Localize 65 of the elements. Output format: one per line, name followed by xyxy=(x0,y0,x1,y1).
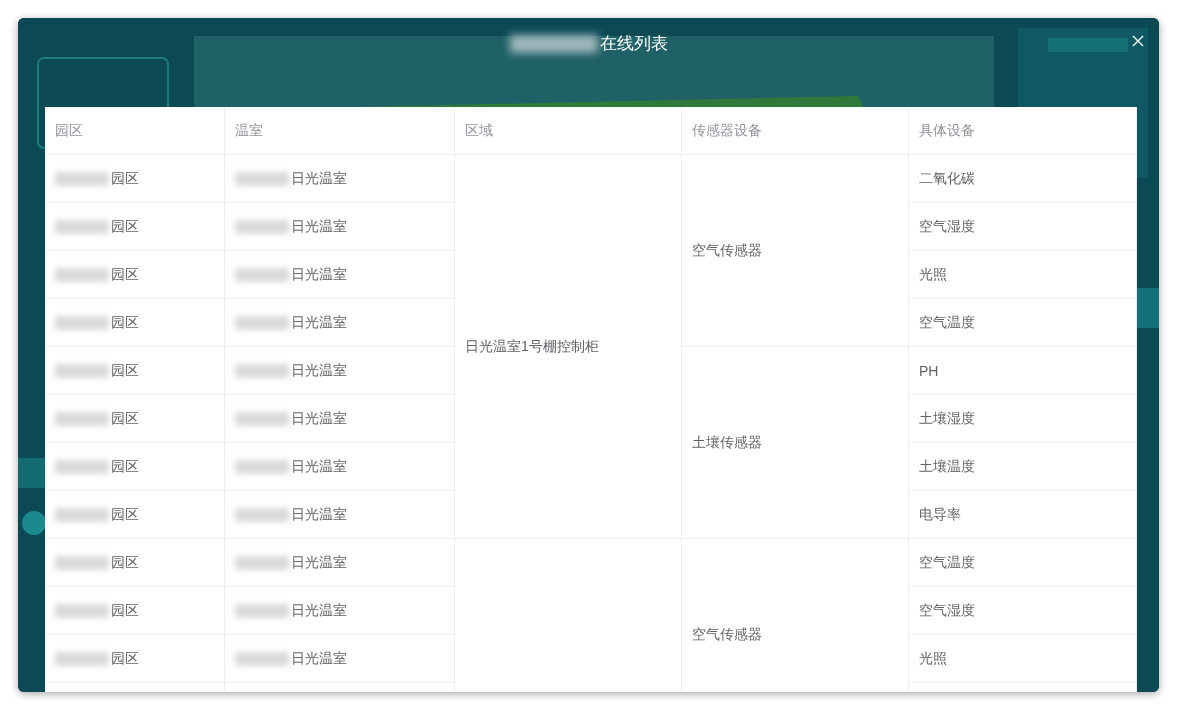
table-cell: 空气传感器 xyxy=(682,539,909,692)
park-name: 园区 xyxy=(111,169,139,188)
redaction-blur xyxy=(235,555,289,570)
greenhouse-name: 日光温室 xyxy=(291,457,347,476)
redaction-blur xyxy=(235,603,289,618)
greenhouse-name: 日光温室 xyxy=(291,265,347,284)
redaction-blur xyxy=(55,171,109,186)
redaction-blur xyxy=(55,411,109,426)
column-header: 传感器设备 xyxy=(682,107,909,155)
greenhouse-name: 日光温室 xyxy=(291,505,347,524)
column-header: 区域 xyxy=(455,107,682,155)
redaction-blur xyxy=(55,315,109,330)
table-cell: 空气湿度 xyxy=(909,203,1137,251)
table-cell: PH xyxy=(909,347,1137,395)
redaction-blur xyxy=(235,315,289,330)
table-cell: 光照 xyxy=(909,251,1137,299)
redaction-blur xyxy=(55,603,109,618)
table-cell: 电导率 xyxy=(909,491,1137,539)
redaction-blur xyxy=(55,267,109,282)
greenhouse-name: 日光温室 xyxy=(291,601,347,620)
greenhouse-name: 日光温室 xyxy=(291,409,347,428)
redaction-blur xyxy=(55,507,109,522)
column-header: 温室 xyxy=(225,107,455,155)
redaction-blur xyxy=(235,171,289,186)
greenhouse-name: 日光温室 xyxy=(291,313,347,332)
table-cell: 空气湿度 xyxy=(909,587,1137,635)
redaction-blur xyxy=(235,219,289,234)
redaction-blur xyxy=(235,651,289,666)
table-cell: 日光温室1号棚控制柜 xyxy=(455,155,682,539)
redaction-blur xyxy=(235,267,289,282)
redaction-blur xyxy=(235,459,289,474)
park-name: 园区 xyxy=(111,313,139,332)
park-name: 园区 xyxy=(111,649,139,668)
park-name: 园区 xyxy=(111,505,139,524)
redaction-blur xyxy=(235,411,289,426)
park-name: 园区 xyxy=(111,217,139,236)
park-name: 园区 xyxy=(111,601,139,620)
redaction-blur xyxy=(235,507,289,522)
greenhouse-name: 日光温室 xyxy=(291,649,347,668)
redaction-blur xyxy=(55,555,109,570)
redaction-blur xyxy=(55,363,109,378)
dialog-title: 在线列表 xyxy=(599,34,668,54)
column-header: 具体设备 xyxy=(909,107,1137,155)
park-name: 园区 xyxy=(111,553,139,572)
greenhouse-name: 日光温室 xyxy=(291,361,347,380)
redaction-blur xyxy=(55,651,109,666)
redaction-blur xyxy=(55,219,109,234)
park-name: 园区 xyxy=(111,457,139,476)
table-cell: 光照 xyxy=(909,635,1137,683)
table-cell: 土壤湿度 xyxy=(909,395,1137,443)
table-cell: 空气传感器 xyxy=(682,155,909,347)
park-name: 园区 xyxy=(111,361,139,380)
redaction-blur xyxy=(235,363,289,378)
table-cell: 土壤温度 xyxy=(909,443,1137,491)
redaction-blur xyxy=(55,459,109,474)
table-cell: 空气温度 xyxy=(909,539,1137,587)
greenhouse-name: 日光温室 xyxy=(291,553,347,572)
greenhouse-name: 日光温室 xyxy=(291,169,347,188)
table-cell: 土壤传感器 xyxy=(682,347,909,539)
table-cell: 空气温度 xyxy=(909,299,1137,347)
column-header: 园区 xyxy=(45,107,225,155)
park-name: 园区 xyxy=(111,409,139,428)
table-cell: 二氧化碳 xyxy=(909,155,1137,203)
park-name: 园区 xyxy=(111,265,139,284)
greenhouse-name: 日光温室 xyxy=(291,217,347,236)
